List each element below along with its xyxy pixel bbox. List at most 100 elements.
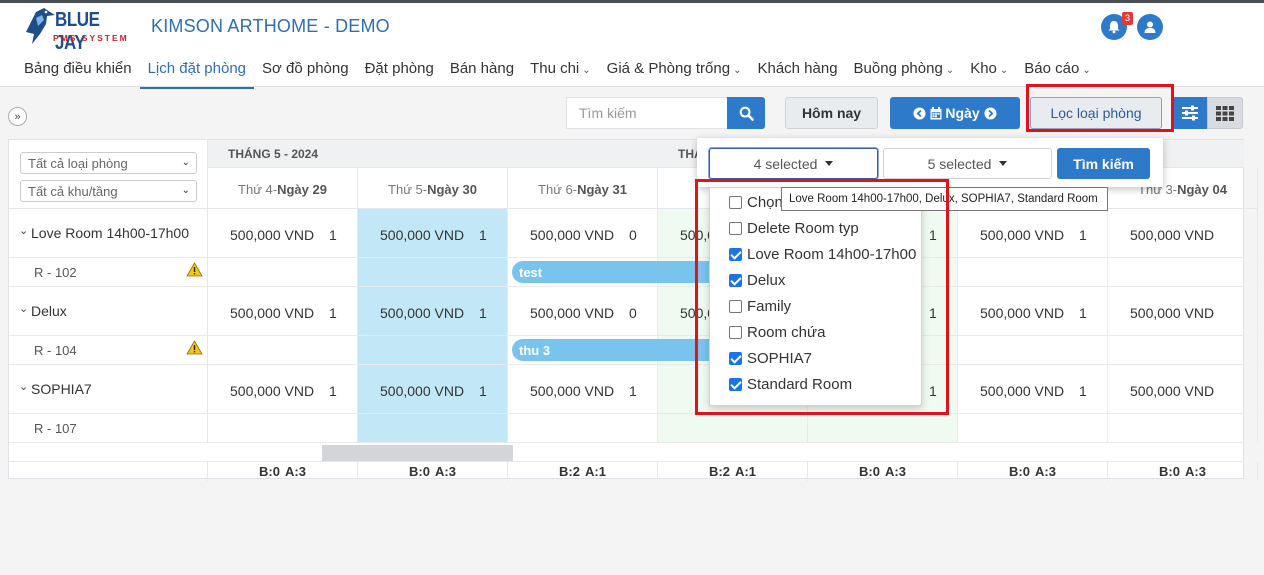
room-type-select[interactable]: Tất cả loại phòng ⌄: [20, 152, 197, 174]
search-button[interactable]: [727, 97, 765, 129]
blue-jay-logo[interactable]: BLUE JAY PMS SYSTEM: [22, 6, 130, 54]
room-day-cell[interactable]: [358, 258, 508, 286]
chevron-down-icon[interactable]: ⌄: [19, 380, 28, 393]
search-input[interactable]: Tìm kiếm: [566, 97, 728, 129]
nav-item[interactable]: Bảng điều khiển: [16, 55, 140, 89]
totals-cell: B:0 A:3: [1108, 462, 1258, 481]
room-type-label[interactable]: ⌄ SOPHIA7: [9, 365, 208, 413]
booking-bar[interactable]: test: [512, 261, 712, 283]
rate-price: 500,000 VND: [530, 383, 615, 399]
nav-item-label: Bán hàng: [449, 60, 515, 77]
room-type-multiselect[interactable]: 4 selected: [709, 148, 878, 179]
nav-item-label: Khách hàng: [757, 60, 838, 77]
rate-cell[interactable]: 500,000 VND 1: [358, 209, 508, 257]
sliders-icon: [1182, 105, 1198, 121]
rate-cell[interactable]: 500,000 VND: [1108, 287, 1258, 335]
rate-cell[interactable]: 500,000 VND 1: [508, 365, 658, 413]
nav-item[interactable]: Buồng phòng ⌄: [846, 55, 963, 89]
rate-cell[interactable]: 500,000 VND 1: [208, 209, 358, 257]
booked-count: B:0: [1009, 464, 1030, 479]
available-count: 1: [329, 227, 337, 243]
nav-item[interactable]: Bán hàng: [442, 55, 522, 89]
blue-jay-bird-icon: [26, 8, 55, 44]
day-navigation[interactable]: Ngày: [890, 97, 1020, 129]
day-label: Ngày: [945, 105, 980, 121]
totals-cell: B:2 A:1: [658, 462, 808, 481]
room-day-cell[interactable]: [208, 414, 358, 442]
rate-cell[interactable]: 500,000 VND 1: [958, 365, 1108, 413]
rate-cell[interactable]: 500,000 VND 1: [358, 365, 508, 413]
caret-down-icon: [825, 161, 834, 166]
nav-item[interactable]: Sơ đồ phòng: [254, 55, 357, 89]
rate-cell[interactable]: 500,000 VND 1: [958, 287, 1108, 335]
month-label: THÁNG 5 - 2024: [228, 147, 319, 161]
rate-price: 500,000 VND: [380, 305, 465, 321]
rate-cell[interactable]: 500,000 VND 1: [958, 209, 1108, 257]
totals-cell: B:0 A:3: [808, 462, 958, 481]
room-day-cell[interactable]: [1108, 258, 1258, 286]
room-type-row: ⌄ Love Room 14h00-17h00 500,000 VND 1 500,00…: [9, 209, 1258, 258]
booked-count: B:2: [709, 464, 730, 479]
room-day-cell[interactable]: [358, 336, 508, 364]
nav-item[interactable]: Khách hàng: [749, 55, 845, 89]
room-type-label[interactable]: ⌄ Love Room 14h00-17h00: [9, 209, 208, 257]
area-select-value: Tất cả khu/tầng: [28, 184, 118, 199]
nav-item[interactable]: Kho ⌄: [962, 55, 1016, 89]
room-day-cell[interactable]: [658, 414, 808, 442]
room-type-name: SOPHIA7: [31, 381, 92, 397]
room-day-cell[interactable]: [508, 414, 658, 442]
room-label[interactable]: R - 102: [9, 258, 208, 286]
booking-bar[interactable]: thu 3: [512, 339, 712, 361]
nav-item[interactable]: Giá & Phòng trống ⌄: [599, 55, 750, 89]
room-day-cell[interactable]: [958, 336, 1108, 364]
rate-cell[interactable]: 500,000 VND 0: [508, 209, 658, 257]
area-multiselect[interactable]: 5 selected: [883, 148, 1052, 179]
search-icon: [739, 106, 754, 121]
expand-sidebar-button[interactable]: »: [8, 107, 27, 126]
room-type-row: ⌄ SOPHIA7 500,000 VND 1 500,000 VND 1 500,000 …: [9, 365, 1258, 414]
room-day-cell[interactable]: [208, 336, 358, 364]
rate-price: 500,000 VND: [230, 305, 315, 321]
rate-cell[interactable]: 500,000 VND 1: [358, 287, 508, 335]
rate-cell[interactable]: 500,000 VND: [1108, 209, 1258, 257]
nav-item-label: Lịch đặt phòng: [147, 60, 247, 77]
day-column-header: Thứ 4-Ngày 29: [208, 168, 358, 209]
nav-item-label: Giá & Phòng trống: [606, 60, 731, 77]
nav-item[interactable]: Lịch đặt phòng: [139, 55, 255, 89]
horizontal-scrollbar[interactable]: [322, 445, 513, 461]
rate-cell[interactable]: 500,000 VND: [1108, 365, 1258, 413]
today-button[interactable]: Hôm nay: [785, 97, 878, 129]
totals-label-cell: [9, 462, 208, 481]
chevron-down-icon[interactable]: ⌄: [19, 224, 28, 237]
user-avatar-icon[interactable]: [1137, 14, 1163, 40]
prev-arrow-icon[interactable]: [913, 106, 926, 120]
grid-view-button[interactable]: [1207, 97, 1243, 129]
day-date: Ngày 30: [427, 182, 477, 197]
chevron-down-icon[interactable]: ⌄: [19, 302, 28, 315]
popup-search-button[interactable]: Tìm kiếm: [1057, 148, 1150, 179]
room-day-cell[interactable]: [208, 258, 358, 286]
room-day-cell[interactable]: [358, 414, 508, 442]
room-type-multiselect-value: 4 selected: [753, 155, 818, 172]
room-day-cell[interactable]: [958, 414, 1108, 442]
room-day-cell[interactable]: [958, 258, 1108, 286]
room-label[interactable]: R - 104: [9, 336, 208, 364]
booked-count: B:0: [859, 464, 880, 479]
nav-item[interactable]: Đặt phòng: [357, 55, 442, 89]
room-label[interactable]: R - 107: [9, 414, 208, 442]
room-day-cell[interactable]: [1108, 414, 1258, 442]
next-arrow-icon[interactable]: [984, 106, 997, 120]
nav-item[interactable]: Thu chi ⌄: [522, 55, 599, 89]
available-total: A:1: [735, 464, 756, 479]
chevron-down-icon: ⌄: [1082, 65, 1091, 76]
rate-cell[interactable]: 500,000 VND 1: [208, 287, 358, 335]
rate-price: 500,000 VND: [530, 305, 615, 321]
rate-cell[interactable]: 500,000 VND 1: [208, 365, 358, 413]
room-day-cell[interactable]: [808, 414, 958, 442]
settings-sliders-button[interactable]: [1172, 97, 1208, 129]
room-day-cell[interactable]: [1108, 336, 1258, 364]
rate-cell[interactable]: 500,000 VND 0: [508, 287, 658, 335]
day-weekday: Thứ 5-: [388, 182, 428, 197]
room-type-label[interactable]: ⌄ Delux: [9, 287, 208, 335]
area-select[interactable]: Tất cả khu/tầng ⌄: [20, 180, 197, 202]
